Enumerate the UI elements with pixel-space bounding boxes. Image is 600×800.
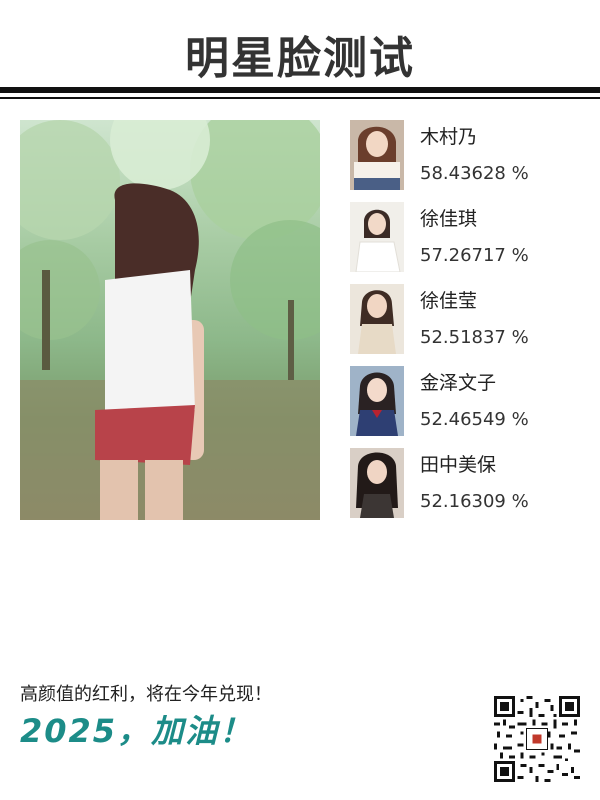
match-thumbnail xyxy=(350,366,404,436)
match-score: 57.26717 % xyxy=(420,245,529,266)
match-row-4[interactable]: 金泽文子 52.46549 % xyxy=(350,366,590,436)
slogan-text: 高颜值的红利，将在今年兑现！ xyxy=(20,684,272,705)
match-row-5[interactable]: 田中美保 52.16309 % xyxy=(350,448,590,518)
match-name: 徐佳琪 xyxy=(420,208,478,230)
match-score: 52.16309 % xyxy=(420,491,529,512)
match-name: 徐佳莹 xyxy=(420,290,478,312)
match-thumbnail xyxy=(350,448,404,518)
match-score: 52.51837 % xyxy=(420,327,529,348)
match-score: 58.43628 % xyxy=(420,163,529,184)
match-thumbnail xyxy=(350,120,404,190)
qr-code[interactable] xyxy=(494,696,580,782)
match-thumbnail xyxy=(350,284,404,354)
match-name: 木村乃 xyxy=(420,126,478,148)
cheer-text: 2025，加油！ xyxy=(20,712,254,750)
match-name: 金泽文子 xyxy=(420,372,497,394)
match-row-3[interactable]: 徐佳莹 52.51837 % xyxy=(350,284,590,354)
match-name: 田中美保 xyxy=(420,454,497,476)
header-divider-thick xyxy=(0,87,600,93)
match-score: 52.46549 % xyxy=(420,409,529,430)
header-divider-thin xyxy=(0,97,600,99)
match-row-2[interactable]: 徐佳琪 57.26717 % xyxy=(350,202,590,272)
match-row-1[interactable]: 木村乃 58.43628 % xyxy=(350,120,590,190)
match-thumbnail xyxy=(350,202,404,272)
uploaded-photo xyxy=(20,120,320,520)
page-title: 明星脸测试 xyxy=(185,33,415,84)
